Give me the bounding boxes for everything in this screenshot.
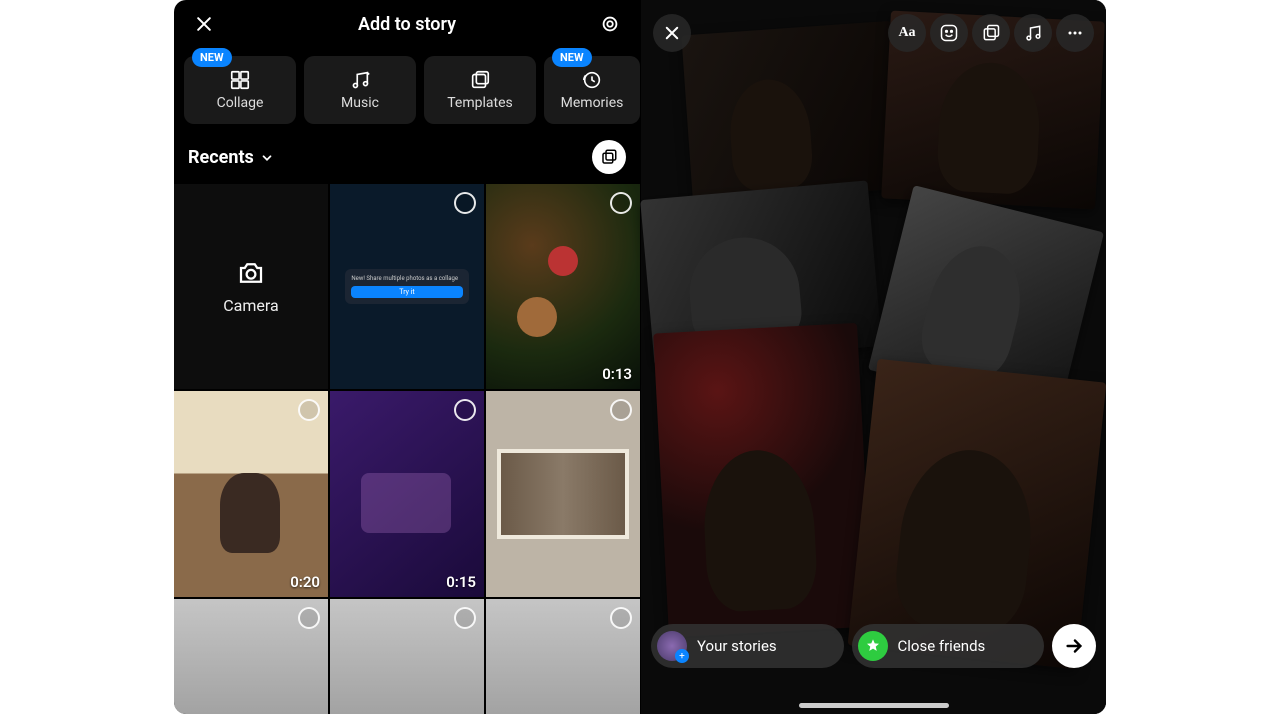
media-item[interactable]: 0:13: [486, 184, 640, 389]
stack-icon: [600, 148, 618, 166]
story-type-music[interactable]: Music: [304, 56, 416, 124]
mini-modal-cta: Try it: [351, 286, 462, 298]
left-header: Add to story: [174, 0, 640, 48]
music-note-icon: [1023, 23, 1043, 43]
collage-photo[interactable]: [848, 359, 1106, 669]
media-grid: Camera New! Share multiple photos as a c…: [174, 184, 640, 714]
selection-circle[interactable]: [454, 192, 476, 214]
settings-gear-icon[interactable]: [594, 8, 626, 40]
selection-circle[interactable]: [610, 607, 632, 629]
media-item[interactable]: 0:15: [330, 391, 484, 596]
close-icon[interactable]: [188, 8, 220, 40]
add-to-story-pane: Add to story NEW Collage Music Templates…: [174, 0, 640, 714]
screenshot-preview: New! Share multiple photos as a collage …: [345, 269, 468, 304]
close-friends-star-icon: [858, 631, 888, 661]
story-type-templates[interactable]: Templates: [424, 56, 536, 124]
media-item[interactable]: New! Share multiple photos as a collage …: [330, 184, 484, 389]
close-icon: [663, 24, 681, 42]
add-media-button[interactable]: [972, 14, 1010, 52]
page-title: Add to story: [358, 14, 456, 35]
text-icon: Aa: [898, 25, 915, 41]
chevron-down-icon: [260, 151, 274, 165]
templates-icon: [469, 69, 491, 91]
selection-circle[interactable]: [454, 399, 476, 421]
camera-icon: [236, 258, 266, 288]
story-type-label: Memories: [561, 95, 624, 111]
sticker-tool-button[interactable]: [930, 14, 968, 52]
video-duration: 0:20: [290, 573, 320, 591]
story-type-label: Music: [341, 95, 379, 111]
editor-toolbar: Aa: [641, 6, 1106, 60]
arrow-right-icon: [1063, 635, 1085, 657]
sticker-smile-icon: [939, 23, 959, 43]
text-tool-button[interactable]: Aa: [888, 14, 926, 52]
selection-circle[interactable]: [610, 399, 632, 421]
music-icon: [349, 69, 371, 91]
video-duration: 0:13: [602, 365, 632, 383]
story-type-memories[interactable]: NEW Memories: [544, 56, 640, 124]
collage-canvas[interactable]: [641, 0, 1106, 714]
media-item[interactable]: 0:20: [174, 391, 328, 596]
your-stories-button[interactable]: Your stories: [651, 624, 844, 668]
story-type-label: Collage: [217, 95, 264, 111]
music-tool-button[interactable]: [1014, 14, 1052, 52]
your-stories-label: Your stories: [697, 637, 777, 655]
collage-photo[interactable]: [653, 323, 873, 637]
album-label: Recents: [188, 147, 254, 168]
selection-circle[interactable]: [454, 607, 476, 629]
album-dropdown[interactable]: Recents: [188, 147, 274, 168]
story-editor-pane: Aa Your stories Close: [640, 0, 1106, 714]
media-item[interactable]: [486, 391, 640, 596]
story-type-row: NEW Collage Music Templates NEW Memories: [174, 48, 640, 136]
media-item[interactable]: [486, 599, 640, 714]
avatar-icon: [657, 631, 687, 661]
new-badge: NEW: [552, 48, 592, 67]
more-horizontal-icon: [1065, 23, 1085, 43]
media-item[interactable]: [330, 599, 484, 714]
selection-circle[interactable]: [298, 399, 320, 421]
stack-plus-icon: [981, 23, 1001, 43]
new-badge: NEW: [192, 48, 232, 67]
camera-cell[interactable]: Camera: [174, 184, 328, 389]
mini-modal-title: New! Share multiple photos as a collage: [351, 275, 462, 282]
share-row: Your stories Close friends: [641, 624, 1106, 668]
more-options-button[interactable]: [1056, 14, 1094, 52]
close-friends-button[interactable]: Close friends: [852, 624, 1045, 668]
video-duration: 0:15: [446, 573, 476, 591]
camera-label: Camera: [223, 296, 278, 315]
close-editor-button[interactable]: [653, 14, 691, 52]
close-friends-label: Close friends: [898, 637, 986, 655]
media-item[interactable]: [174, 599, 328, 714]
story-type-collage[interactable]: NEW Collage: [184, 56, 296, 124]
selection-circle[interactable]: [298, 607, 320, 629]
story-type-label: Templates: [447, 95, 513, 111]
home-indicator: [799, 703, 949, 708]
send-button[interactable]: [1052, 624, 1096, 668]
collage-icon: [229, 69, 251, 91]
memories-icon: [581, 69, 603, 91]
multi-select-button[interactable]: [592, 140, 626, 174]
selection-circle[interactable]: [610, 192, 632, 214]
album-selector-row: Recents: [174, 136, 640, 184]
